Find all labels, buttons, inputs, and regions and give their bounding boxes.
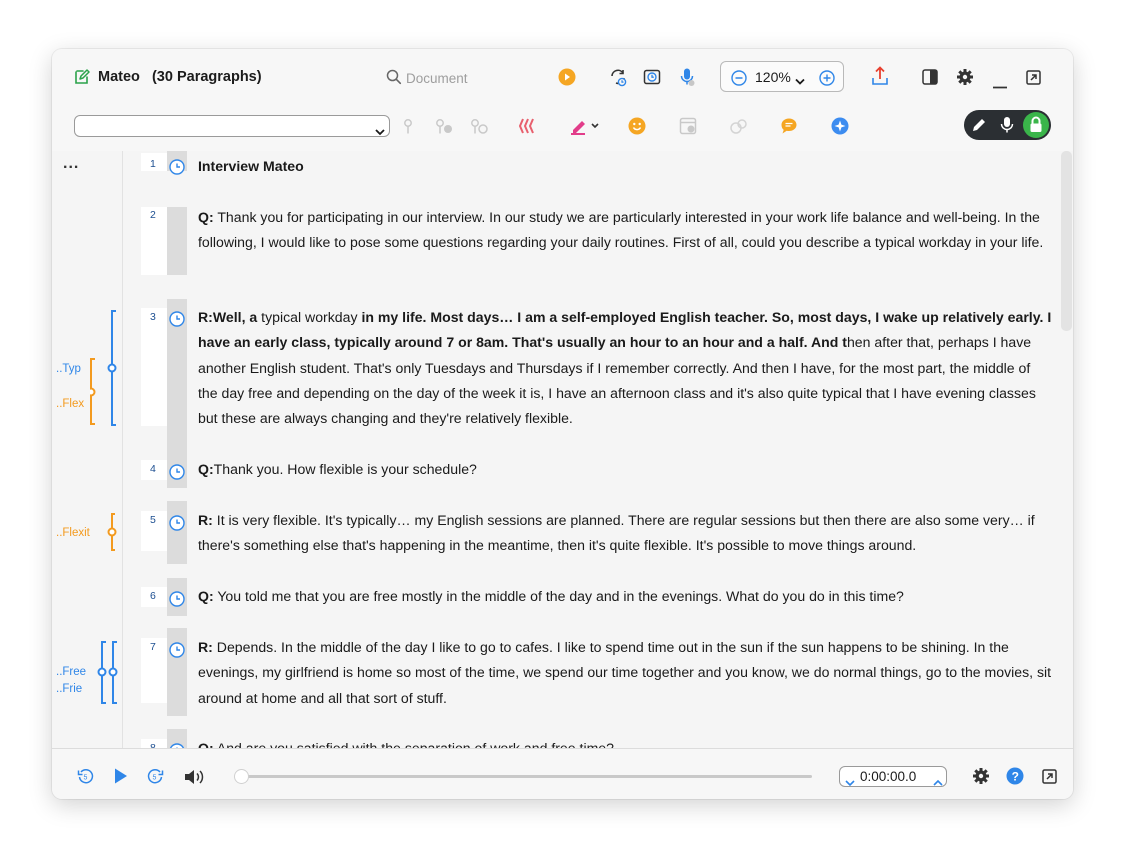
microphone-icon[interactable] [1000,116,1014,139]
app-window: Mateo (30 Paragraphs) 120% [52,49,1073,799]
chevron-down-icon [375,123,385,141]
paragraph-text[interactable]: Interview Mateo [198,154,1052,179]
code-label-flexibility[interactable]: ..Flex [56,398,84,410]
paragraph-text[interactable]: Q: You told me that you are free mostly … [198,584,1052,609]
clock-icon[interactable] [169,642,185,658]
memo-icon[interactable] [679,117,697,140]
chevron-down-icon[interactable] [795,73,805,91]
more-options-button[interactable]: ... [63,155,79,173]
gear-icon[interactable] [972,767,990,790]
volume-icon[interactable] [184,769,204,790]
paragraph-number: 5 [150,514,156,526]
paragraph-number: 4 [150,463,156,475]
transcript-area: ... ..Typ ..Flex ..Flexit ..Free ..Frie [52,151,1073,748]
pencil-icon[interactable] [971,117,987,138]
clock-icon[interactable] [169,311,185,327]
microphone-icon[interactable] [679,67,695,92]
code-select-dropdown[interactable] [74,115,390,137]
media-player-bar: 5 5 0:00:00.0 ? [52,748,1073,799]
chevron-down-icon[interactable] [845,774,855,792]
playback-progress-track[interactable] [235,770,812,783]
code-bracket-free [97,641,118,704]
time-stepper[interactable]: 0:00:00.0 [839,766,947,787]
code-stripes-svg [90,310,118,704]
minimize-icon[interactable] [993,76,1007,94]
chevron-up-icon[interactable] [933,773,943,791]
lock-icon[interactable] [1022,111,1050,144]
clock-icon[interactable] [169,464,185,480]
title-bar: Mateo (30 Paragraphs) 120% [52,49,1073,105]
current-time: 0:00:00.0 [860,769,917,784]
document-search[interactable] [386,67,506,89]
forward-5-icon[interactable]: 5 [146,767,164,790]
code-pin-icon[interactable] [402,117,414,140]
paragraph-text[interactable]: R: Depends. In the middle of the day I l… [198,635,1052,711]
gear-icon[interactable] [956,68,974,91]
code-bracket-typical [107,310,117,426]
paragraph-number: 2 [150,209,156,221]
highlighter-icon[interactable] [570,116,600,141]
play-media-icon[interactable] [558,68,576,91]
paragraph-text[interactable]: Q: Thank you for participating in our in… [198,205,1052,256]
clock-icon[interactable] [169,515,185,531]
paragraph-number: 6 [150,590,156,602]
search-icon [386,69,402,90]
code-label-friends[interactable]: ..Frie [56,683,82,695]
pop-out-icon[interactable] [1042,769,1057,789]
ai-assist-icon[interactable] [831,117,849,140]
playback-progress-knob[interactable] [235,770,248,783]
comment-icon[interactable] [780,117,798,140]
mode-toggle-pill [964,110,1051,140]
svg-text:5: 5 [84,775,88,782]
paragraph-number: 7 [150,641,156,653]
code-label-typical-workday[interactable]: ..Typ [56,363,81,375]
document-title: Mateo (30 Paragraphs) [98,69,262,85]
rewind-5-icon[interactable]: 5 [77,767,95,790]
scrollbar-thumb[interactable] [1061,151,1072,331]
sidebar-toggle-icon[interactable] [922,69,938,90]
export-icon[interactable] [871,66,889,91]
code-highlight-icon[interactable] [518,117,539,140]
code-label-free-time[interactable]: ..Free [56,666,86,678]
play-icon[interactable] [113,767,129,790]
paragraph-text[interactable]: Q:Thank you. How flexible is your schedu… [198,457,1052,482]
paragraph-number: 1 [150,158,156,170]
code-add-icon[interactable] [434,117,454,140]
zoom-value[interactable]: 120% [755,69,791,85]
paragraph-text[interactable]: R:Well, a typical workday in my life. Mo… [198,305,1052,431]
paragraph-text[interactable]: Q: And are you satisfied with the separa… [198,736,1052,748]
svg-text:5: 5 [153,775,157,782]
sync-timestamps-icon[interactable] [609,68,628,92]
clock-icon[interactable] [169,159,185,175]
link-memo-icon[interactable] [729,117,749,140]
emoji-icon[interactable] [628,117,646,140]
search-input[interactable] [406,67,506,89]
clock-icon[interactable] [169,591,185,607]
svg-text:?: ? [1012,770,1019,784]
code-bracket-flexible [107,513,117,551]
zoom-in-icon[interactable] [819,70,835,91]
edit-document-icon [74,69,90,90]
zoom-control: 120% [720,61,844,92]
code-remove-icon[interactable] [469,117,489,140]
paragraph-text[interactable]: R: It is very flexible. It's typically… … [198,508,1052,559]
zoom-out-icon[interactable] [731,70,747,91]
pop-out-icon[interactable] [1026,70,1041,90]
help-icon[interactable]: ? [1006,767,1024,790]
timestamp-icon[interactable] [643,68,661,91]
code-bracket-flex [90,358,96,425]
coding-toolbar [52,105,1073,152]
paragraph-number: 3 [150,311,156,323]
